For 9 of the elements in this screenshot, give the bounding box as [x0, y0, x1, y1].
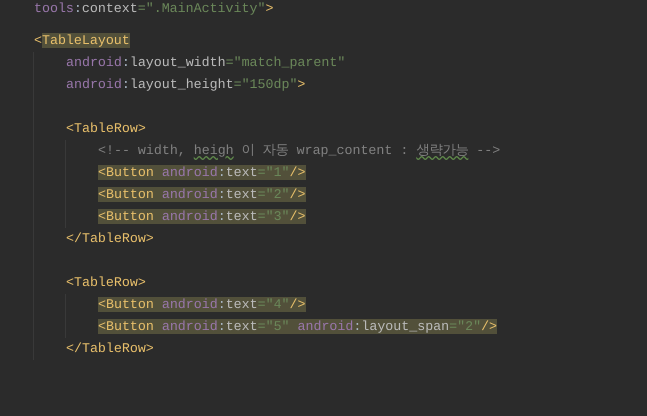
code-line: <TableRow> [66, 275, 146, 290]
code-line: <!-- width, heigh 이 자동 wrap_content : 생략가능 --> [98, 143, 500, 158]
code-line: <TableLayout [34, 33, 130, 48]
code-line: android:layout_height="150dp"> [66, 77, 306, 92]
code-line: tools:context=".MainActivity"> [34, 1, 274, 16]
code-line: android:layout_width="match_parent" [66, 55, 346, 70]
code-line: <TableRow> [66, 121, 146, 136]
code-line: </TableRow> [66, 231, 154, 246]
code-line: </TableRow> [66, 341, 154, 356]
